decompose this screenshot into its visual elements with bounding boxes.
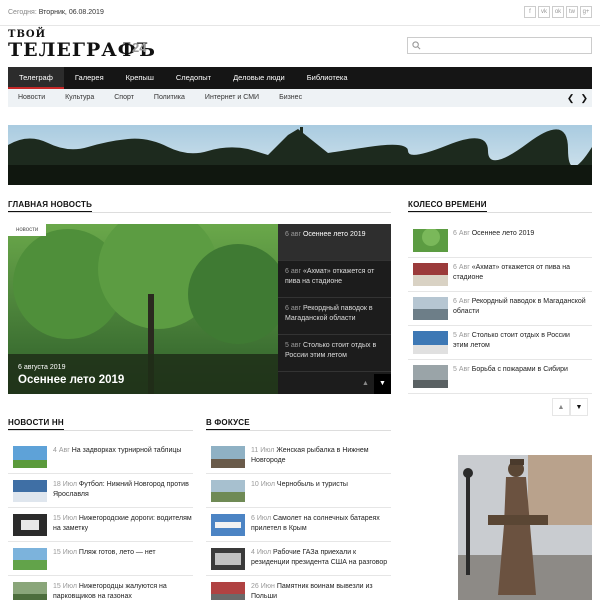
section-title-nn-news: НОВОСТИ НН (8, 418, 64, 431)
site-logo[interactable]: ТВОЙ ТЕЛЕГРАФЪ 24 (8, 30, 156, 66)
main-nav: Телеграф Галерея Крепыш Следопыт Деловые… (8, 67, 592, 89)
featured-list-item[interactable]: 6 авг Рекордный паводок в Магаданской об… (278, 298, 391, 335)
list-item[interactable]: 11 Июл Женская рыбалка в Нижнем Новгород… (206, 440, 391, 474)
chevron-down-icon[interactable]: ▼ (374, 374, 391, 394)
list-item[interactable]: 15 Июл Нижегородцы жалуются на парковщик… (8, 576, 193, 600)
thumbnail (413, 263, 448, 286)
odnoklassniki-icon[interactable]: ok (552, 6, 564, 18)
top-bar: Сегодня: Вторник, 06.08.2019 f vk ok tw … (0, 0, 600, 26)
twitter-icon[interactable]: tw (566, 6, 578, 18)
wheel-of-time-list: 6 Авг Осеннее лето 2019 6 Авг «Ахмат» от… (408, 224, 592, 416)
subnav-item-news[interactable]: Новости (8, 89, 55, 107)
thumbnail (211, 446, 245, 468)
thumbnail (413, 297, 448, 320)
subnav-item-sport[interactable]: Спорт (104, 89, 144, 107)
list-item[interactable]: 6 Июл Самолет на солнечных батареях прил… (206, 508, 391, 542)
list-item[interactable]: 6 Авг «Ахмат» откажется от пива на стади… (408, 258, 592, 292)
thumbnail (13, 480, 47, 502)
list-item[interactable]: 4 Авг На задворках турнирной таблицы (8, 440, 193, 474)
list-item[interactable]: 10 Июл Чернобыль и туристы (206, 474, 391, 508)
thumbnail (413, 229, 448, 252)
featured-list: 6 авг Осеннее лето 2019 6 авг «Ахмат» от… (278, 224, 391, 394)
nav-item-krepysh[interactable]: Крепыш (115, 67, 165, 89)
subnav-item-internet-media[interactable]: Интернет и СМИ (195, 89, 269, 107)
logo-line-2: ТЕЛЕГРАФЪ (8, 39, 156, 61)
facebook-icon[interactable]: f (524, 6, 536, 18)
thumbnail (13, 446, 47, 468)
search-input[interactable] (407, 37, 592, 54)
list-item[interactable]: 15 Июл Нижегородские дороги: водителям н… (8, 508, 193, 542)
current-date: Сегодня: Вторник, 06.08.2019 (8, 9, 104, 16)
section-title-focus: В ФОКУСЕ (206, 418, 250, 431)
list-item[interactable]: 5 Авг Борьба с пожарами в Сибири (408, 360, 592, 394)
list-item[interactable]: 5 Авг Столько стоит отдых в России этим … (408, 326, 592, 360)
featured-category-tag[interactable]: новости (8, 224, 47, 236)
thumbnail (13, 548, 47, 570)
section-title-main-news: ГЛАВНАЯ НОВОСТЬ (8, 200, 93, 213)
featured-list-item[interactable]: 6 авг «Ахмат» откажется от пива на стади… (278, 261, 391, 298)
chevron-down-icon[interactable]: ▼ (570, 398, 588, 416)
vk-icon[interactable]: vk (538, 6, 550, 18)
featured-list-item[interactable]: 5 авг Столько стоит отдых в России этим … (278, 335, 391, 372)
google-plus-icon[interactable]: g+ (580, 6, 592, 18)
section-title-wheel-of-time: КОЛЕСО ВРЕМЕНИ (408, 200, 487, 213)
search-icon (412, 41, 421, 50)
nn-news-list: 4 Авг На задворках турнирной таблицы 18 … (8, 440, 193, 600)
focus-list: 11 Июл Женская рыбалка в Нижнем Новгород… (206, 440, 391, 600)
list-item[interactable]: 4 Июл Рабочие ГАЗа приехали к резиденции… (206, 542, 391, 576)
chevron-up-icon[interactable]: ▲ (357, 374, 374, 394)
list-item[interactable]: 15 Июл Пляж готов, лето — нет (8, 542, 193, 576)
subnav-item-politics[interactable]: Политика (144, 89, 195, 107)
thumbnail (211, 514, 245, 536)
sidebar-photo[interactable] (458, 455, 592, 600)
divider (8, 212, 391, 213)
social-links: f vk ok tw g+ (524, 6, 592, 18)
thumbnail (211, 582, 245, 600)
list-item[interactable]: 18 Июл Футбол: Нижний Новгород против Яр… (8, 474, 193, 508)
chevron-up-icon[interactable]: ▲ (552, 398, 570, 416)
thumbnail (413, 331, 448, 354)
chevron-left-icon[interactable]: ❮ (567, 93, 575, 104)
nav-item-telegraf[interactable]: Телеграф (8, 67, 64, 89)
thumbnail (13, 582, 47, 600)
chevron-right-icon[interactable]: ❯ (580, 93, 588, 104)
nav-item-library[interactable]: Библиотека (296, 67, 359, 89)
subnav-item-business[interactable]: Бизнес (269, 89, 312, 107)
list-item[interactable]: 26 Июн Памятник воинам вывезли из Польши (206, 576, 391, 600)
featured-title[interactable]: Осеннее лето 2019 (18, 374, 124, 386)
thumbnail (211, 480, 245, 502)
nav-item-business-people[interactable]: Деловые люди (222, 67, 296, 89)
divider (408, 212, 592, 213)
thumbnail (13, 514, 47, 536)
logo-number: 24 (132, 40, 147, 55)
list-item[interactable]: 6 Авг Рекордный паводок в Магаданской об… (408, 292, 592, 326)
sub-nav: Новости Культура Спорт Политика Интернет… (8, 89, 592, 107)
thumbnail (211, 548, 245, 570)
featured-date: 6 августа 2019 (18, 364, 66, 371)
divider (8, 430, 193, 431)
divider (206, 430, 391, 431)
nav-item-gallery[interactable]: Галерея (64, 67, 115, 89)
subnav-item-culture[interactable]: Культура (55, 89, 104, 107)
header-banner-image (8, 125, 592, 185)
nav-item-sledopyt[interactable]: Следопыт (165, 67, 222, 89)
list-item[interactable]: 6 Авг Осеннее лето 2019 (408, 224, 592, 258)
featured-list-item[interactable]: 6 авг Осеннее лето 2019 (278, 224, 391, 261)
featured-news: новости 6 августа 2019 Осеннее лето 2019… (8, 224, 391, 394)
thumbnail (413, 365, 448, 388)
